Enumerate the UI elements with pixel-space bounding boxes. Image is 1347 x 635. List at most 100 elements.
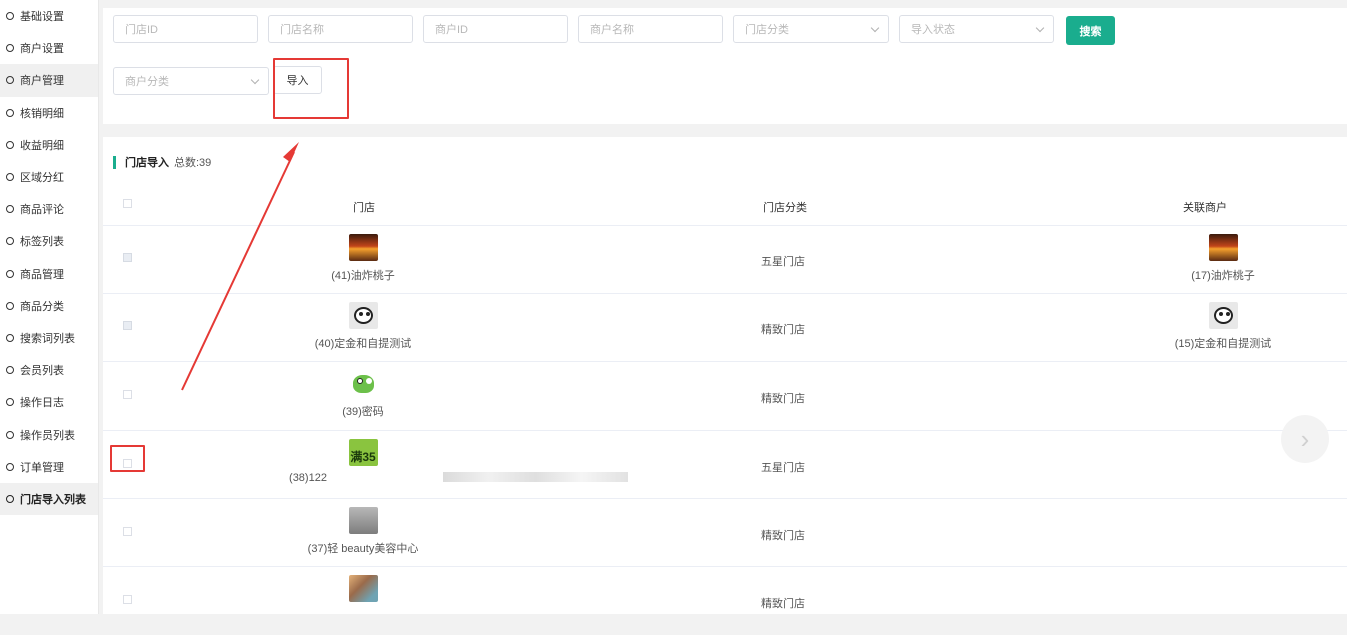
merchant-name: (15)定金和自提测试 xyxy=(1174,338,1272,350)
circle-icon xyxy=(6,398,14,407)
sidebar-item-label: 会员列表 xyxy=(20,365,64,378)
circle-icon xyxy=(6,462,14,471)
sidebar-item-label: 核销明细 xyxy=(20,107,64,120)
sidebar-item-income-details[interactable]: 收益明细 xyxy=(0,129,98,161)
table-row: (39)密码 精致门店 xyxy=(103,361,1347,430)
search-button[interactable]: 搜索 xyxy=(1066,16,1115,45)
import-status-select[interactable]: 导入状态 xyxy=(899,15,1054,43)
redacted-text-blur xyxy=(443,472,628,482)
sidebar-item-operation-log[interactable]: 操作日志 xyxy=(0,386,98,418)
circle-icon xyxy=(6,140,14,149)
sidebar-item-merchant-settings[interactable]: 商户设置 xyxy=(0,32,98,64)
import-status-placeholder: 导入状态 xyxy=(911,24,955,36)
sidebar-item-store-import-list[interactable]: 门店导入列表 xyxy=(0,482,98,515)
section-title-text: 门店导入 xyxy=(125,157,169,169)
sidebar-item-label: 商品评论 xyxy=(20,204,64,217)
store-id-placeholder: 门店ID xyxy=(125,24,158,36)
circle-icon xyxy=(6,12,14,21)
sidebar-item-label: 搜索词列表 xyxy=(20,332,75,345)
grey-image xyxy=(348,507,378,534)
row-checkbox[interactable] xyxy=(123,527,132,536)
panda-image xyxy=(1208,302,1238,329)
circle-icon xyxy=(6,366,14,375)
merchant-id-input[interactable]: 商户ID xyxy=(423,15,568,43)
circle-icon xyxy=(6,237,14,246)
store-name: (40)定金和自提测试 xyxy=(314,338,412,350)
sidebar-item-label: 商户管理 xyxy=(20,75,64,88)
sidebar-item-label: 操作日志 xyxy=(20,397,64,410)
sidebar-item-label: 商品管理 xyxy=(20,268,64,281)
store-name: (37)轻 beauty美容中心 xyxy=(307,543,419,555)
chevron-down-icon xyxy=(870,23,880,33)
store-name: (38)122 xyxy=(289,472,327,484)
row-checkbox[interactable] xyxy=(123,595,132,604)
circle-icon xyxy=(6,205,14,214)
chevron-down-icon xyxy=(1035,23,1045,33)
sidebar-item-label: 收益明细 xyxy=(20,139,64,152)
annotation-box-checkbox xyxy=(110,445,145,472)
store-category: 精致门店 xyxy=(761,324,805,336)
sidebar-item-label: 区域分红 xyxy=(20,172,64,185)
store-category-placeholder: 门店分类 xyxy=(745,24,789,36)
header-category: 门店分类 xyxy=(763,202,807,214)
store-category: 精致门店 xyxy=(761,598,805,610)
merchant-category-placeholder: 商户分类 xyxy=(125,76,169,88)
sidebar-item-label: 基础设置 xyxy=(20,11,64,24)
merchant-name-placeholder: 商户名称 xyxy=(590,24,634,36)
select-all-checkbox[interactable] xyxy=(123,199,132,208)
merchant-name-input[interactable]: 商户名称 xyxy=(578,15,723,43)
circle-icon xyxy=(6,269,14,278)
photo-image xyxy=(348,575,378,602)
sidebar-item-tag-list[interactable]: 标签列表 xyxy=(0,225,98,257)
row-checkbox[interactable] xyxy=(123,321,132,330)
sidebar-item-merchant-management[interactable]: 商户管理 xyxy=(0,64,98,97)
sidebar-item-product-reviews[interactable]: 商品评论 xyxy=(0,193,98,225)
store-name-placeholder: 门店名称 xyxy=(280,24,324,36)
next-arrow-button[interactable]: › xyxy=(1281,415,1329,463)
sidebar-item-label: 门店导入列表 xyxy=(20,493,86,506)
accent-bar xyxy=(113,155,116,169)
sidebar-item-product-management[interactable]: 商品管理 xyxy=(0,258,98,290)
circle-icon xyxy=(6,430,14,439)
sidebar-item-basic-settings[interactable]: 基础设置 xyxy=(0,0,98,32)
store-category-select[interactable]: 门店分类 xyxy=(733,15,889,43)
sidebar-item-label: 订单管理 xyxy=(20,461,64,474)
sunset-image xyxy=(1208,234,1238,261)
sidebar-item-operator-list[interactable]: 操作员列表 xyxy=(0,418,98,450)
sidebar-item-search-terms[interactable]: 搜索词列表 xyxy=(0,322,98,354)
sidebar-item-product-category[interactable]: 商品分类 xyxy=(0,290,98,322)
sidebar: 基础设置 商户设置 商户管理 核销明细 收益明细 区域分红 商品评论 标签列表 … xyxy=(0,0,99,614)
sidebar-item-label: 商户设置 xyxy=(20,43,64,56)
sunset-image xyxy=(348,234,378,261)
section-title: 门店导入 总数:39 xyxy=(113,154,211,170)
circle-icon xyxy=(6,494,14,503)
table-row: (37)轻 beauty美容中心 精致门店 xyxy=(103,498,1347,567)
store-category: 五星门店 xyxy=(761,462,805,474)
header-store: 门店 xyxy=(353,202,375,214)
sidebar-item-order-management[interactable]: 订单管理 xyxy=(0,451,98,483)
row-checkbox[interactable] xyxy=(123,390,132,399)
store-name: (41)油炸桃子 xyxy=(331,270,395,282)
sidebar-item-label: 商品分类 xyxy=(20,300,64,313)
merchant-category-select[interactable]: 商户分类 xyxy=(113,67,269,95)
frog-image xyxy=(348,370,378,397)
sidebar-item-member-list[interactable]: 会员列表 xyxy=(0,354,98,386)
table-row: 满35 (38)122 五星门店 xyxy=(103,430,1347,499)
store-category: 精致门店 xyxy=(761,393,805,405)
sidebar-item-regional-dividend[interactable]: 区域分红 xyxy=(0,161,98,193)
store-import-table-panel: 门店导入 总数:39 门店 门店分类 关联商户 (41)油炸桃子 五星门店 (1… xyxy=(103,137,1347,614)
panda-image xyxy=(348,302,378,329)
row-checkbox[interactable] xyxy=(123,253,132,262)
merchant-name: (17)油炸桃子 xyxy=(1191,270,1255,282)
sidebar-item-verification-details[interactable]: 核销明细 xyxy=(0,97,98,129)
annotation-box-import xyxy=(273,58,349,119)
merchant-id-placeholder: 商户ID xyxy=(435,24,468,36)
sidebar-item-label: 操作员列表 xyxy=(20,429,75,442)
circle-icon xyxy=(6,173,14,182)
chevron-right-icon: › xyxy=(1300,423,1310,454)
circle-icon xyxy=(6,108,14,117)
store-name: (39)密码 xyxy=(342,406,384,418)
table-row: (41)油炸桃子 五星门店 (17)油炸桃子 xyxy=(103,225,1347,294)
store-id-input[interactable]: 门店ID xyxy=(113,15,258,43)
store-name-input[interactable]: 门店名称 xyxy=(268,15,413,43)
